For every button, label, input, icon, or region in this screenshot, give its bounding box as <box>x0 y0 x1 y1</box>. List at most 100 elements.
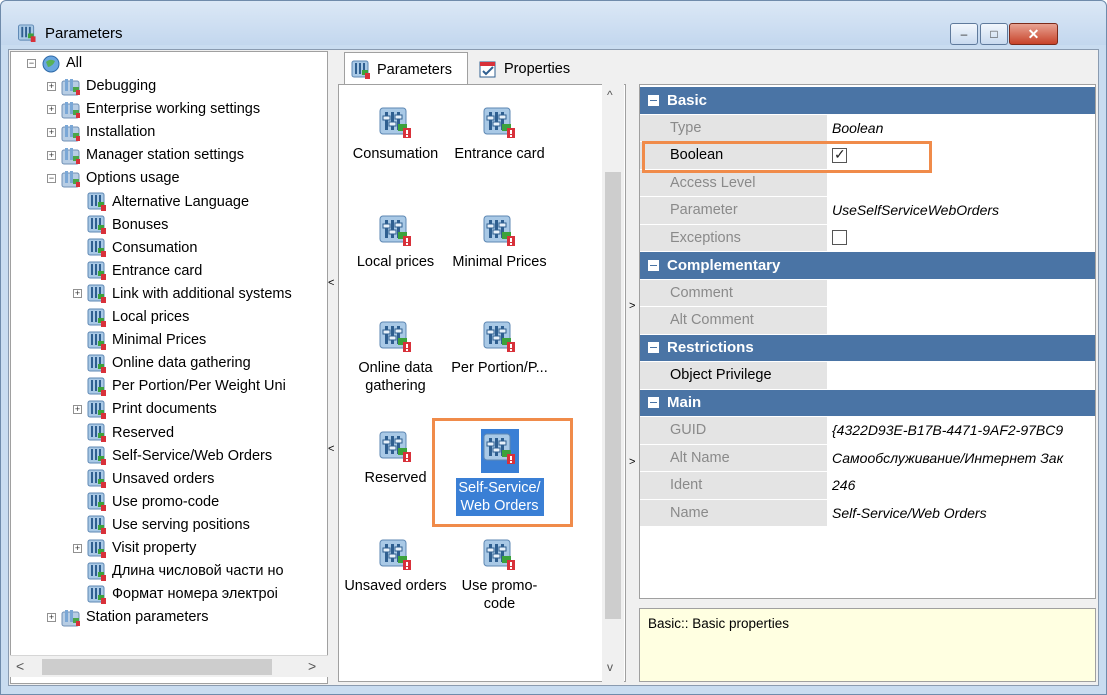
parameter-icon-item[interactable]: Use promo-code <box>447 537 552 613</box>
collapse-icon[interactable]: − <box>47 173 56 183</box>
tree-item[interactable]: Reserved <box>73 422 174 444</box>
icon-label: Reserved <box>364 470 427 486</box>
left-splitter[interactable]: < < <box>328 51 336 684</box>
property-row-type[interactable]: Type Boolean <box>640 114 1095 142</box>
expand-right-icon[interactable]: > <box>629 300 635 312</box>
parameter-icon-view[interactable]: Consumation Entrance card Local prices Mini… <box>338 84 626 682</box>
property-row-parameter[interactable]: Parameter UseSelfServiceWebOrders <box>640 197 1095 225</box>
scroll-up-icon[interactable]: ^ <box>607 88 613 102</box>
tree-item[interactable]: + Visit property <box>73 537 196 559</box>
tree-item[interactable]: Alternative Language <box>73 191 249 213</box>
expand-right-icon[interactable]: > <box>629 456 635 468</box>
parameter-tree[interactable]: − All + Debugging + Enterprise working sett… <box>10 51 328 684</box>
parameter-icon-item[interactable]: Per Portion/P... <box>447 319 552 377</box>
collapse-icon[interactable] <box>648 342 659 354</box>
scrollbar-thumb[interactable] <box>605 172 621 619</box>
property-row-object-privilege[interactable]: Object Privilege <box>640 362 1095 390</box>
expand-icon[interactable]: + <box>47 612 56 622</box>
property-grid[interactable]: Basic Type Boolean Boolean Access Level … <box>639 84 1096 599</box>
close-icon: ✕ <box>1027 25 1040 42</box>
exceptions-checkbox[interactable] <box>832 230 847 246</box>
tree-item[interactable]: Bonuses <box>73 214 168 236</box>
property-row-guid[interactable]: GUID {4322D93E-B17B-4471-9AF2-97BC9 <box>640 417 1095 445</box>
property-row-boolean[interactable]: Boolean <box>640 142 1095 170</box>
category-restrictions[interactable]: Restrictions <box>640 334 1095 362</box>
parameter-icon-item[interactable]: Reserved <box>343 429 448 487</box>
tab-properties[interactable]: Properties <box>472 54 582 84</box>
tree-item-label: Use promo-code <box>112 493 220 510</box>
expand-icon[interactable]: + <box>47 104 56 114</box>
collapse-icon[interactable]: − <box>27 58 36 68</box>
category-basic[interactable]: Basic <box>640 87 1095 115</box>
category-complementary[interactable]: Complementary <box>640 252 1095 280</box>
property-row-comment[interactable]: Comment <box>640 279 1095 307</box>
tree-item-label: All <box>66 55 83 71</box>
parameter-icon-item[interactable]: Self-Service/ Web Orders <box>447 429 552 516</box>
property-row-name[interactable]: Name Self-Service/Web Orders <box>640 499 1095 527</box>
parameter-icon <box>379 537 413 571</box>
tree-item-all[interactable]: − All <box>27 52 82 74</box>
close-button[interactable]: ✕ <box>1009 23 1058 45</box>
collapse-icon[interactable] <box>648 397 659 409</box>
tree-item[interactable]: Формат номера электрoi <box>73 583 278 605</box>
tree-item[interactable]: Per Portion/Per Weight Uni <box>73 375 286 397</box>
collapse-left-icon[interactable]: < <box>328 443 334 455</box>
property-row-access-level[interactable]: Access Level <box>640 169 1095 197</box>
title-bar[interactable]: Parameters – □ ✕ <box>1 1 1106 45</box>
parameter-icon-item[interactable]: Minimal Prices <box>447 213 552 271</box>
expand-icon[interactable]: + <box>47 127 56 137</box>
tree-item[interactable]: − Options usage <box>47 167 180 189</box>
tree-item[interactable]: + Station parameters <box>47 606 209 628</box>
property-row-alt-comment[interactable]: Alt Comment <box>640 307 1095 335</box>
property-row-alt-name[interactable]: Alt Name Самообслуживание/Интернет Зак <box>640 444 1095 472</box>
tree-item[interactable]: + Enterprise working settings <box>47 98 260 120</box>
tree-item[interactable]: Self-Service/Web Orders <box>73 445 272 467</box>
parameter-icon-item[interactable]: Consumation <box>343 105 448 163</box>
expand-icon[interactable]: + <box>47 150 56 160</box>
collapse-icon[interactable] <box>648 259 659 271</box>
collapse-icon[interactable] <box>648 94 659 106</box>
tree-item[interactable]: Use serving positions <box>73 514 250 536</box>
parameter-icon-item[interactable]: Unsaved orders <box>343 537 448 595</box>
category-main[interactable]: Main <box>640 389 1095 417</box>
tree-item[interactable]: + Debugging <box>47 75 156 97</box>
scroll-left-icon[interactable]: < <box>16 658 24 674</box>
expand-icon[interactable]: + <box>73 404 82 414</box>
expand-icon[interactable]: + <box>73 543 82 553</box>
tree-horizontal-scrollbar[interactable]: < > <box>10 655 328 677</box>
property-row-exceptions[interactable]: Exceptions <box>640 224 1095 252</box>
parameter-icon-item[interactable]: Local prices <box>343 213 448 271</box>
boolean-checkbox[interactable] <box>832 146 847 163</box>
scroll-right-icon[interactable]: > <box>308 658 316 674</box>
property-value <box>828 362 1095 389</box>
tree-item[interactable]: Consumation <box>73 237 197 259</box>
tree-item[interactable]: Entrance card <box>73 260 202 282</box>
tree-item[interactable]: + Manager station settings <box>47 144 244 166</box>
tree-item[interactable]: Use promo-code <box>73 491 219 513</box>
parameter-icon-item[interactable]: Entrance card <box>447 105 552 163</box>
tree-item[interactable]: + Installation <box>47 121 155 143</box>
scroll-down-icon[interactable]: v <box>607 660 613 674</box>
icon-view-scrollbar[interactable]: ^ v <box>602 84 624 682</box>
property-value <box>828 280 1095 307</box>
tree-item[interactable]: Minimal Prices <box>73 329 206 351</box>
tree-item[interactable]: + Link with additional systems <box>73 283 292 305</box>
collapse-left-icon[interactable]: < <box>328 277 334 289</box>
maximize-button[interactable]: □ <box>980 23 1008 45</box>
property-row-ident[interactable]: Ident 246 <box>640 472 1095 500</box>
parameter-icon-item[interactable]: Online data gathering <box>343 319 448 395</box>
tree-item-label: Online data gathering <box>112 355 251 372</box>
tree-item[interactable]: Длина числовой части но <box>73 560 284 582</box>
expand-icon[interactable]: + <box>73 289 82 299</box>
right-splitter[interactable]: > > <box>628 84 636 682</box>
tree-item[interactable]: Unsaved orders <box>73 468 214 490</box>
minimize-button[interactable]: – <box>950 23 978 45</box>
tree-item[interactable]: Online data gathering <box>73 352 251 374</box>
tree-item[interactable]: Local prices <box>73 306 189 328</box>
tab-parameters[interactable]: Parameters <box>344 52 468 86</box>
tree-item-label: Print documents <box>112 401 217 418</box>
tree-item[interactable]: + Print documents <box>73 398 217 420</box>
scrollbar-thumb[interactable] <box>42 659 272 675</box>
tree-item-label: Формат номера электрoi <box>112 586 278 603</box>
expand-icon[interactable]: + <box>47 81 56 91</box>
